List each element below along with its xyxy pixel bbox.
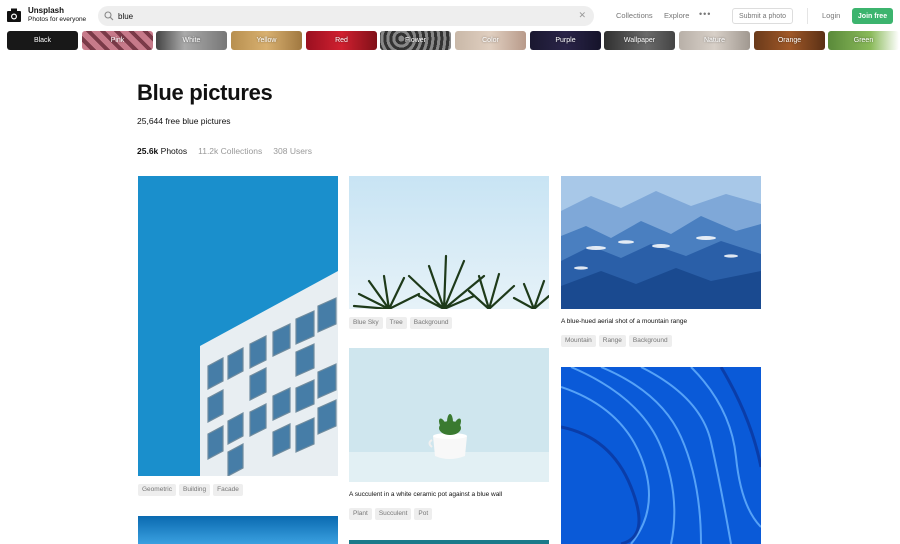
tag[interactable]: Succulent — [374, 508, 412, 520]
nav-explore[interactable]: Explore — [664, 11, 689, 20]
page-title: Blue pictures — [137, 80, 273, 105]
join-free-button[interactable]: Join free — [852, 8, 893, 24]
tag[interactable]: Range — [598, 335, 626, 347]
nav-collections[interactable]: Collections — [616, 11, 653, 20]
tag[interactable]: Background — [409, 317, 453, 329]
search-bar: ✕ — [98, 6, 594, 26]
camera-icon — [7, 8, 21, 22]
clear-search-icon[interactable]: ✕ — [578, 10, 586, 21]
nav-divider — [807, 8, 808, 24]
search-icon — [104, 11, 114, 21]
logo[interactable]: Unsplash Photos for everyone — [6, 6, 86, 24]
tag[interactable]: Geometric — [138, 484, 176, 496]
related-tile-black[interactable]: Black — [7, 31, 78, 50]
photo-next[interactable] — [349, 540, 549, 544]
related-tile-red[interactable]: Red — [306, 31, 377, 50]
related-tile-nature[interactable]: Nature — [679, 31, 750, 50]
top-navbar: Unsplash Photos for everyone ✕ Collectio… — [0, 0, 900, 30]
login-link[interactable]: Login — [822, 11, 840, 20]
brand-name: Unsplash — [28, 6, 65, 15]
related-tile-orange[interactable]: Orange — [754, 31, 825, 50]
photo-palms-tags: Blue Sky Tree Background — [349, 317, 453, 329]
tag[interactable]: Facade — [213, 484, 243, 496]
related-tile-pink[interactable]: Pink — [82, 31, 153, 50]
tab-photos[interactable]: 25.6k Photos — [137, 146, 187, 156]
tag[interactable]: Plant — [349, 508, 372, 520]
tag[interactable]: Pot — [414, 508, 433, 520]
related-tile-white[interactable]: White — [156, 31, 227, 50]
related-tile-wallpaper[interactable]: Wallpaper — [604, 31, 675, 50]
more-menu-icon[interactable]: ••• — [699, 9, 711, 19]
tag[interactable]: Blue Sky — [349, 317, 383, 329]
related-tile-green[interactable]: Green — [828, 31, 899, 50]
brand-tagline: Photos for everyone — [28, 16, 87, 23]
photo-mountains-caption: A blue-hued aerial shot of a mountain ra… — [561, 318, 688, 325]
tag[interactable]: Mountain — [561, 335, 596, 347]
mountains-image — [561, 176, 761, 309]
related-tile-flower[interactable]: Flower — [380, 31, 451, 50]
photo-building[interactable] — [138, 176, 338, 476]
results-tabs: 25.6k Photos 11.2k Collections 308 Users — [137, 146, 312, 156]
search-input[interactable] — [118, 9, 568, 23]
palms-image — [349, 176, 549, 309]
tab-users[interactable]: 308 Users — [273, 146, 312, 156]
tag[interactable]: Tree — [385, 317, 407, 329]
tag[interactable]: Building — [178, 484, 211, 496]
photo-palms[interactable] — [349, 176, 549, 309]
building-image — [138, 176, 338, 476]
tag[interactable]: Background — [628, 335, 672, 347]
submit-photo-button[interactable]: Submit a photo — [732, 8, 793, 24]
photo-succulent[interactable] — [349, 348, 549, 482]
photo-mountains[interactable] — [561, 176, 761, 309]
photo-succulent-caption: A succulent in a white ceramic pot again… — [349, 491, 503, 498]
related-tile-yellow[interactable]: Yellow — [231, 31, 302, 50]
photo-sky[interactable] — [138, 516, 338, 544]
related-tile-color[interactable]: Color — [455, 31, 526, 50]
succulent-image — [349, 348, 549, 482]
photo-building-tags: Geometric Building Facade — [138, 484, 243, 496]
photo-blue-swirl[interactable] — [561, 367, 761, 544]
results-count: 25,644 free blue pictures — [137, 116, 231, 126]
swirl-image — [561, 367, 761, 544]
tab-collections[interactable]: 11.2k Collections — [198, 146, 262, 156]
photo-succulent-tags: Plant Succulent Pot — [349, 508, 433, 520]
related-tile-purple[interactable]: Purple — [530, 31, 601, 50]
photo-mountains-tags: Mountain Range Background — [561, 335, 672, 347]
